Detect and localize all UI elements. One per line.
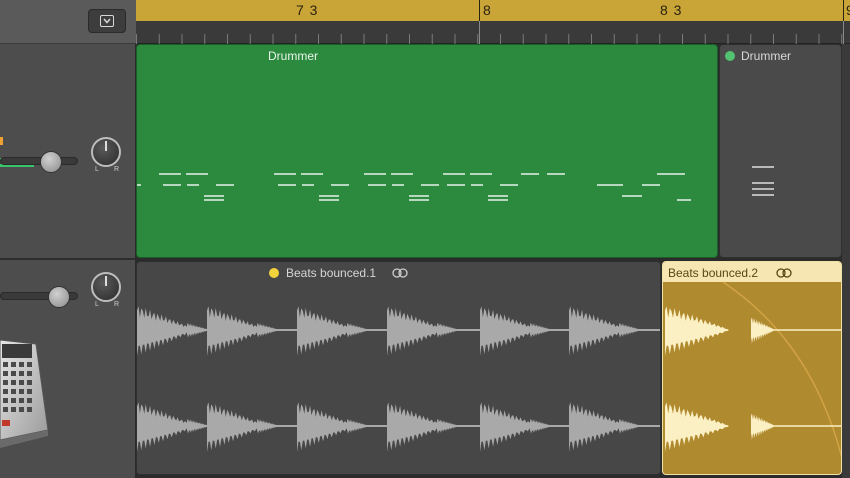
ruler-bar-marker bbox=[843, 0, 844, 21]
drummer-region[interactable]: Drummer bbox=[136, 44, 718, 258]
ruler-label-9: 9 bbox=[846, 2, 850, 18]
volume-slider[interactable] bbox=[0, 157, 78, 165]
volume-slider-knob[interactable] bbox=[40, 151, 62, 173]
pan-left-label: L bbox=[95, 301, 99, 308]
pan-right-label: R bbox=[114, 166, 120, 173]
drum-pattern bbox=[137, 173, 691, 201]
drummer-follow-region[interactable]: Drummer bbox=[719, 44, 842, 258]
cycle-bar[interactable]: 7 3 8 8 3 9 bbox=[136, 0, 850, 21]
drum-machine-icon bbox=[0, 340, 49, 448]
ruler-label-7-3: 7 3 bbox=[296, 2, 319, 18]
audio-waveform bbox=[137, 306, 660, 452]
audio-region-beats-1[interactable]: Beats bounced.1 bbox=[136, 261, 661, 475]
pan-right-label: R bbox=[114, 301, 120, 308]
audio-region-beats-2-selected[interactable]: Beats bounced.2 bbox=[662, 261, 842, 475]
timeline-ruler[interactable]: 7 3 8 8 3 9 bbox=[136, 0, 850, 44]
drum-pattern-placeholder bbox=[752, 166, 774, 196]
volume-slider-knob[interactable] bbox=[48, 286, 70, 308]
ruler-label-8: 8 bbox=[483, 2, 492, 18]
track-list-dropdown-button[interactable] bbox=[88, 9, 126, 33]
audio-waveform bbox=[665, 281, 841, 458]
track-header-toolbar bbox=[0, 0, 136, 44]
ruler-bar-marker bbox=[479, 0, 480, 21]
track-icon-sliver bbox=[0, 137, 3, 145]
arrange-area-edge bbox=[842, 44, 850, 478]
pan-knob[interactable] bbox=[91, 137, 121, 167]
track-header-beats[interactable]: L R bbox=[0, 260, 136, 478]
ruler-ticks bbox=[136, 21, 844, 44]
chevron-down-icon bbox=[100, 15, 114, 27]
fade-curve bbox=[722, 281, 841, 458]
track-header-drummer[interactable]: L R bbox=[0, 44, 136, 260]
pan-left-label: L bbox=[95, 166, 99, 173]
pan-knob[interactable] bbox=[91, 272, 121, 302]
ruler-label-8-3: 8 3 bbox=[660, 2, 683, 18]
